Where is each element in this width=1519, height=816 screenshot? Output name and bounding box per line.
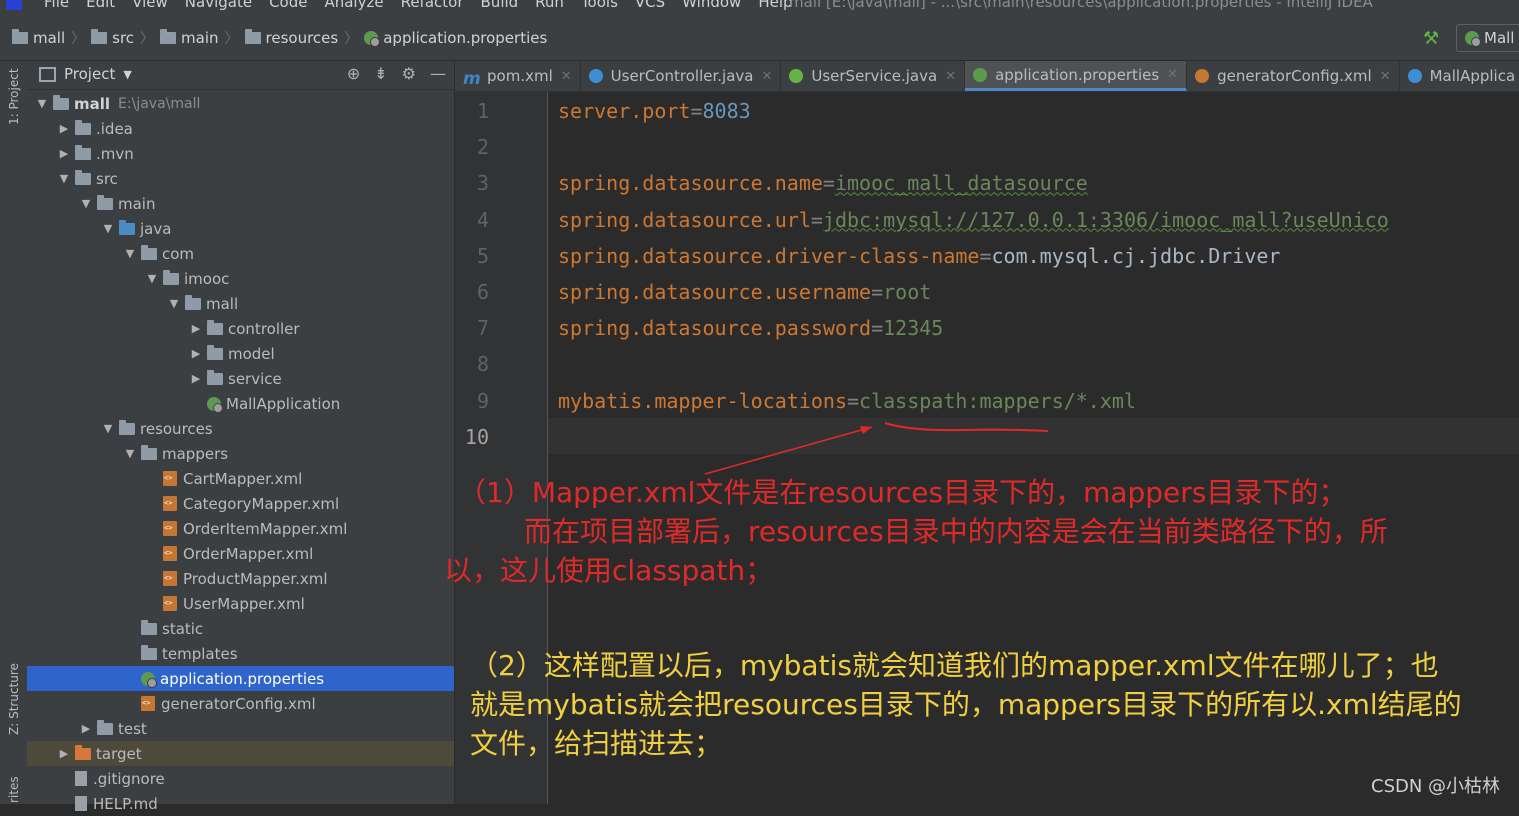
annotation-note-1-line-3: 以，这儿使用classpath； <box>444 554 774 587</box>
annotation-arrow <box>704 426 873 475</box>
annotation-note-1-line-1: （1）Mapper.xml文件是在resources目录下的，mappers目录… <box>458 476 1347 509</box>
annotation-arrowhead <box>860 426 872 434</box>
annotation-note-2-line-3: 文件，给扫描进去； <box>470 727 723 760</box>
annotation-note-2-line-2: 就是mybatis就会把resources目录下的，mappers目录下的所有以… <box>470 688 1462 721</box>
annotation-underline <box>884 422 1049 432</box>
annotation-note-2-line-1: （2）这样配置以后，mybatis就会知道我们的mapper.xml文件在哪儿了… <box>470 649 1439 682</box>
annotation-note-1-line-2: 而在项目部署后，resources目录中的内容是会在当前类路径下的，所 <box>524 515 1388 548</box>
watermark: CSDN @小枯林 <box>1371 776 1501 797</box>
